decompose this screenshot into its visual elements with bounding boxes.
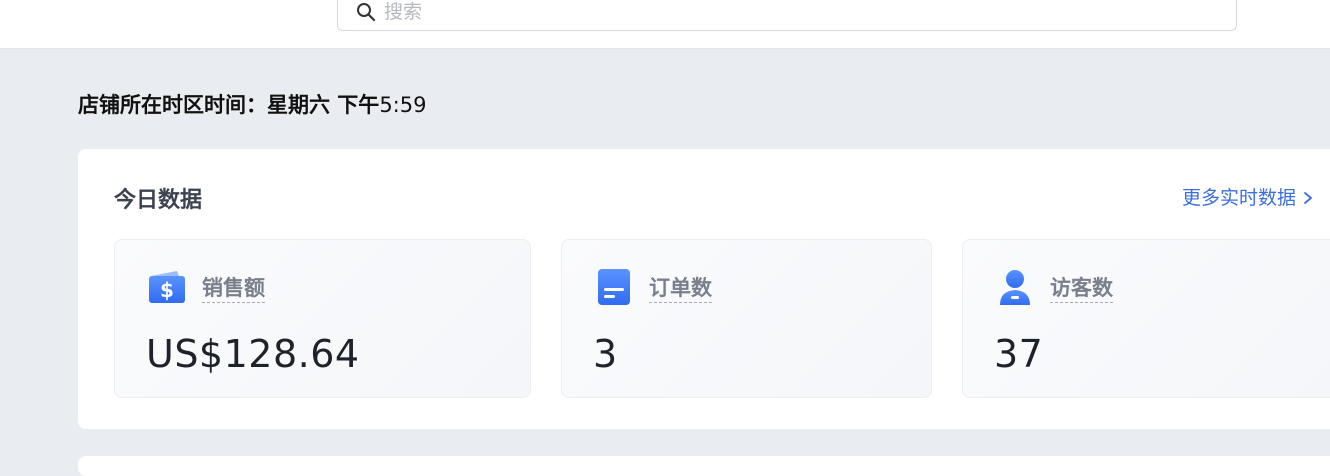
svg-text:$: $: [160, 278, 174, 302]
sales-value: US$128.64: [146, 332, 360, 376]
wallet-dollar-icon: $: [149, 271, 185, 303]
order-document-icon: [598, 269, 630, 305]
top-bar: [0, 0, 1330, 49]
visitors-value: 37: [994, 332, 1044, 376]
search-box[interactable]: [337, 0, 1237, 31]
search-input[interactable]: [384, 0, 1184, 25]
chevron-right-icon: [1304, 192, 1312, 204]
more-realtime-data-link[interactable]: 更多实时数据: [1182, 183, 1314, 210]
store-timezone-time: 店铺所在时区时间：星期六 下午5:59: [78, 89, 426, 119]
orders-value: 3: [593, 332, 618, 376]
visitors-label[interactable]: 访客数: [1050, 275, 1113, 303]
store-time-value: 5:59: [379, 93, 427, 117]
sales-label[interactable]: 销售额: [202, 275, 265, 303]
orders-label[interactable]: 订单数: [649, 275, 712, 303]
more-link-label: 更多实时数据: [1182, 187, 1297, 209]
today-data-panel: 今日数据 更多实时数据 $ 销售额 US$128.64 订单数 3 访客数 37: [78, 149, 1330, 429]
search-icon: [357, 3, 376, 22]
orders-card: 订单数 3: [561, 239, 932, 398]
sales-card: $ 销售额 US$128.64: [114, 239, 531, 398]
visitor-person-icon: [1000, 270, 1030, 305]
next-panel: [78, 456, 1330, 476]
visitors-card: 访客数 37: [962, 239, 1330, 398]
panel-title: 今日数据: [114, 188, 203, 213]
store-timezone-label: 店铺所在时区时间：星期六 下午: [78, 93, 380, 117]
